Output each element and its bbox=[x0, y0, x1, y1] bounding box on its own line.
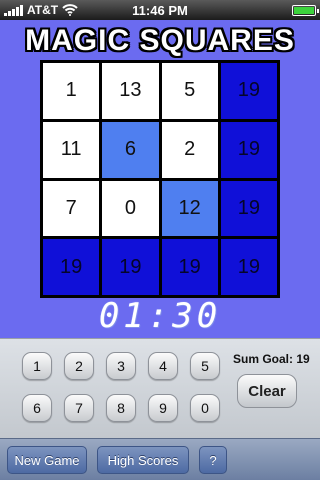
grid-cell[interactable]: 19 bbox=[220, 121, 277, 178]
grid-cell[interactable]: 12 bbox=[161, 180, 218, 237]
number-key-9[interactable]: 9 bbox=[148, 394, 178, 422]
grid-cell[interactable]: 2 bbox=[161, 121, 218, 178]
status-time: 11:46 PM bbox=[132, 3, 188, 18]
high-scores-button[interactable]: High Scores bbox=[97, 446, 189, 474]
new-game-button[interactable]: New Game bbox=[7, 446, 87, 474]
number-key-0[interactable]: 0 bbox=[190, 394, 220, 422]
grid-cell[interactable]: 5 bbox=[161, 63, 218, 119]
bottom-toolbar: New Game High Scores ? bbox=[0, 438, 320, 480]
grid-cell[interactable]: 13 bbox=[102, 63, 159, 119]
battery-icon bbox=[292, 5, 319, 16]
sum-goal-label: Sum Goal: 19 bbox=[233, 352, 310, 366]
number-key-2[interactable]: 2 bbox=[64, 352, 94, 380]
game-title: MAGIC SQUARES bbox=[25, 24, 295, 57]
help-button[interactable]: ? bbox=[199, 446, 227, 474]
grid-cell[interactable]: 6 bbox=[102, 121, 159, 178]
number-key-6[interactable]: 6 bbox=[22, 394, 52, 422]
number-key-7[interactable]: 7 bbox=[64, 394, 94, 422]
number-key-1[interactable]: 1 bbox=[22, 352, 52, 380]
number-key-4[interactable]: 4 bbox=[148, 352, 178, 380]
grid-cell[interactable]: 7 bbox=[43, 180, 100, 237]
grid-cell[interactable]: 19 bbox=[220, 239, 277, 295]
grid-cell[interactable]: 1 bbox=[43, 63, 100, 119]
grid-cell[interactable]: 19 bbox=[43, 239, 100, 295]
magic-square-grid: 1 13 5 19 11 6 2 19 7 0 12 19 19 19 19 19 bbox=[40, 60, 280, 298]
number-key-3[interactable]: 3 bbox=[106, 352, 136, 380]
game-timer: 01:30 bbox=[98, 296, 222, 336]
clear-button[interactable]: Clear bbox=[237, 374, 297, 408]
grid-cell[interactable]: 11 bbox=[43, 121, 100, 178]
grid-cell[interactable]: 19 bbox=[220, 180, 277, 237]
number-key-5[interactable]: 5 bbox=[190, 352, 220, 380]
grid-cell[interactable]: 0 bbox=[102, 180, 159, 237]
grid-cell[interactable]: 19 bbox=[220, 63, 277, 119]
status-bar: AT&T 11:46 PM bbox=[0, 0, 320, 20]
grid-cell[interactable]: 19 bbox=[102, 239, 159, 295]
number-key-8[interactable]: 8 bbox=[106, 394, 136, 422]
grid-cell[interactable]: 19 bbox=[161, 239, 218, 295]
battery-fill bbox=[294, 7, 314, 14]
